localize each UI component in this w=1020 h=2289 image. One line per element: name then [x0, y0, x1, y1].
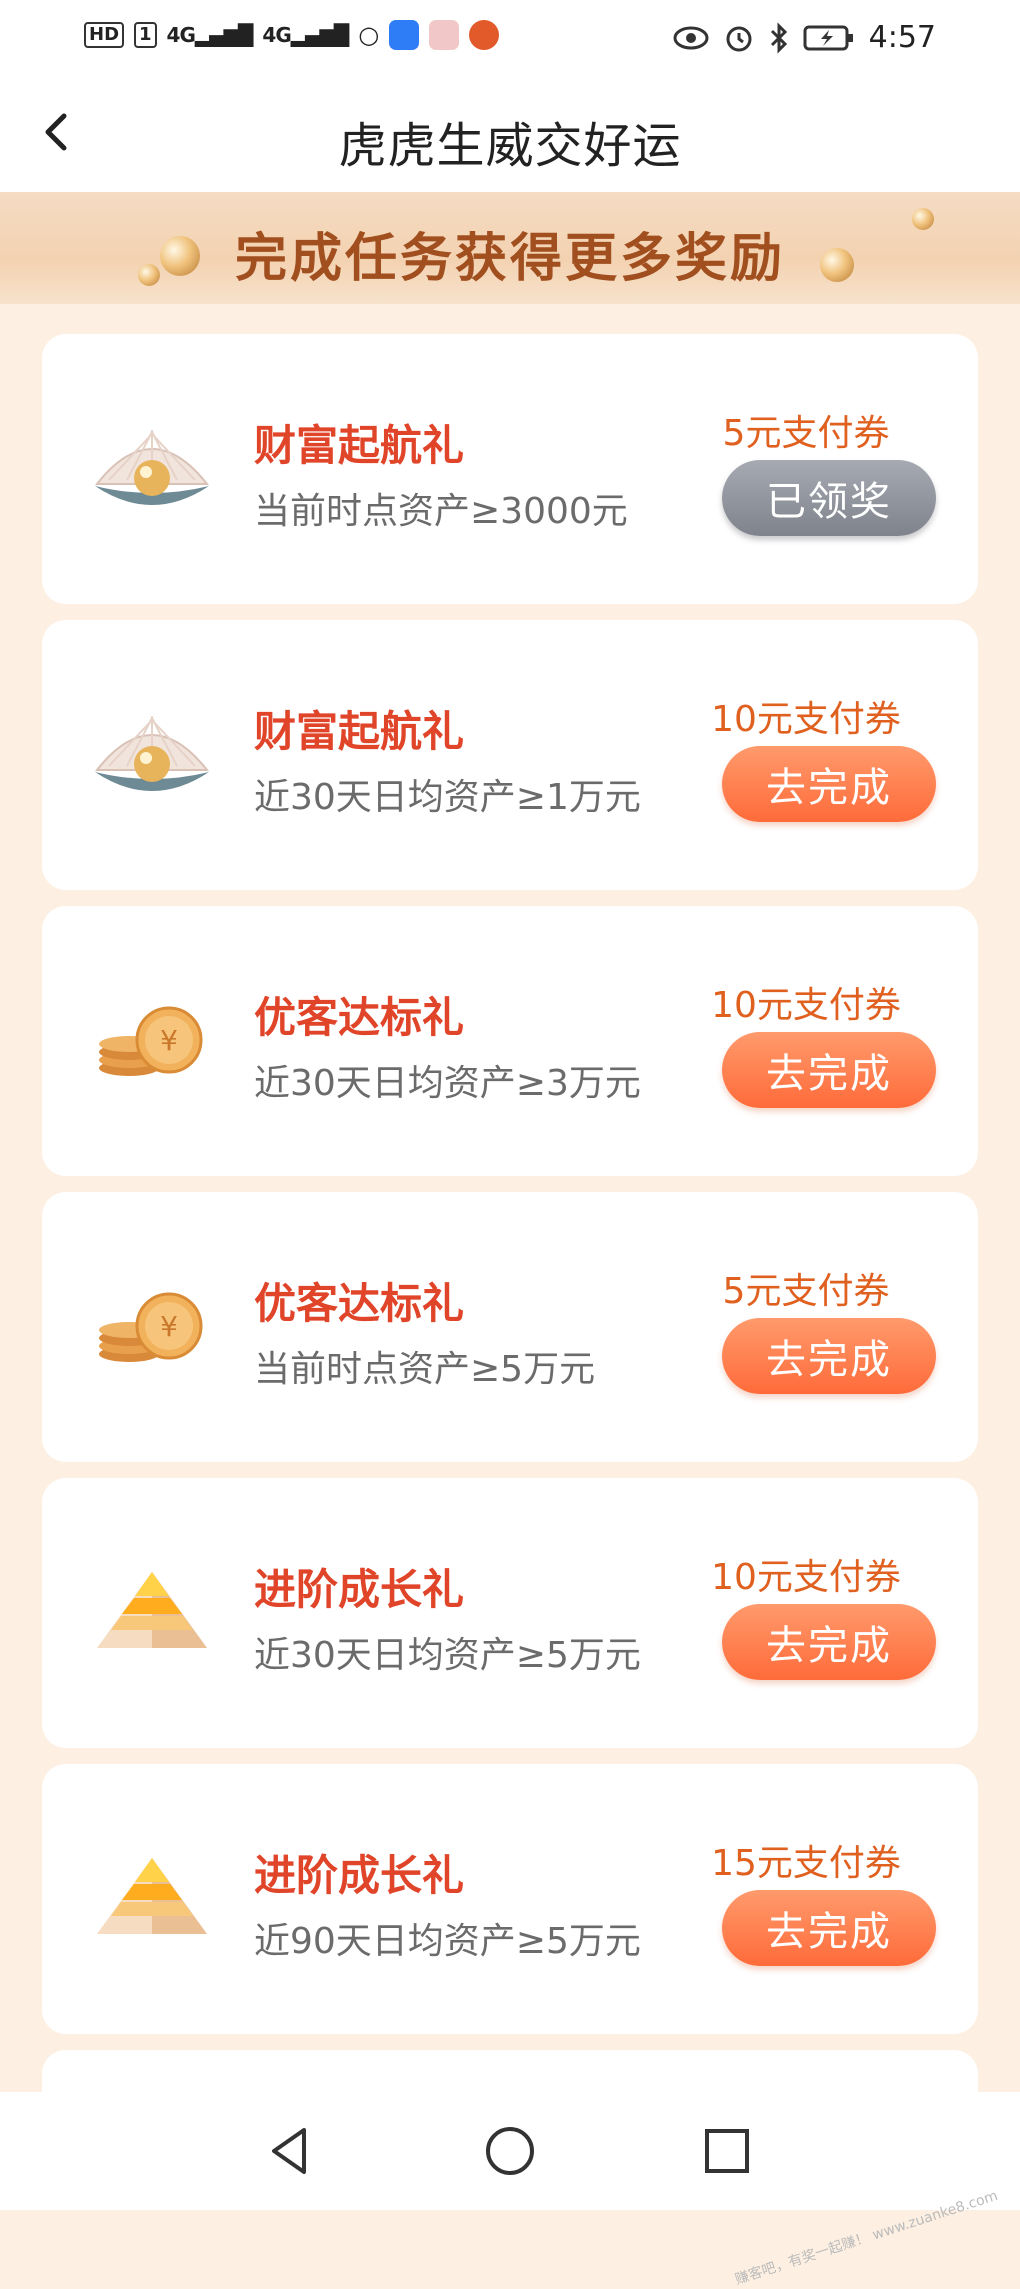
bluetooth-icon: [770, 21, 787, 54]
go-complete-button[interactable]: 去完成: [722, 1604, 936, 1680]
box-notification-icon: [429, 20, 460, 50]
status-bar: HD 1 4G▂▄▆█ 4G▂▄▆█ ○ 4:57: [0, 0, 1020, 80]
page-title: 虎虎生威交好运: [338, 118, 682, 174]
svg-text:¥: ¥: [160, 1024, 178, 1057]
sim-badge: 1: [134, 22, 157, 48]
tiger-notification-icon: [469, 20, 500, 50]
coin-stack-icon: ¥: [99, 1006, 203, 1076]
system-nav-bar: 赚客吧，有奖一起赚！ www.zuanke8.com: [0, 2092, 1020, 2288]
signal-icon-2: 4G▂▄▆█: [262, 23, 349, 47]
alarm-icon: [726, 26, 752, 51]
task-title: 优客达标礼: [254, 993, 465, 1042]
task-description: 当前时点资产≥3000元: [254, 491, 628, 532]
pyramid-icon: [97, 1858, 207, 1934]
go-complete-button[interactable]: 去完成: [722, 1318, 936, 1394]
task-title: 优客达标礼: [254, 1279, 465, 1328]
pyramid-icon: [97, 1572, 207, 1648]
task-reward: 15元支付券: [711, 1843, 901, 1884]
go-complete-button[interactable]: 去完成: [722, 746, 936, 822]
eye-icon: [673, 26, 709, 49]
svg-text:¥: ¥: [160, 1310, 178, 1343]
app-notification-icon: [389, 20, 420, 50]
task-list: 财富起航礼 当前时点资产≥3000元 5元支付券 已领奖 财富起航礼 近30天日…: [42, 334, 978, 2130]
nav-back-icon[interactable]: [260, 2120, 322, 2182]
task-card: 财富起航礼 当前时点资产≥3000元 5元支付券 已领奖: [42, 334, 978, 604]
promo-banner: 完成任务获得更多奖励: [0, 192, 1020, 304]
task-title: 财富起航礼: [254, 707, 465, 756]
task-title: 财富起航礼: [254, 421, 465, 470]
banner-text: 完成任务获得更多奖励: [234, 229, 785, 289]
status-left: HD 1 4G▂▄▆█ 4G▂▄▆█ ○: [84, 20, 500, 50]
task-description: 近30天日均资产≥5万元: [254, 1635, 641, 1676]
app-bar: 虎虎生威交好运: [0, 80, 1020, 192]
battery-charging-icon: [803, 25, 853, 50]
status-time: 4:57: [868, 20, 936, 55]
task-reward: 10元支付券: [711, 699, 901, 740]
pearl-shell-icon: [94, 430, 210, 505]
status-right: 4:57: [673, 20, 936, 55]
task-card: 财富起航礼 近30天日均资产≥1万元 10元支付券 去完成: [42, 620, 978, 890]
task-description: 当前时点资产≥5万元: [254, 1349, 596, 1390]
task-card: ¥ 优客达标礼 当前时点资产≥5万元 5元支付券 去完成: [42, 1192, 978, 1462]
task-title: 进阶成长礼: [254, 1851, 465, 1900]
task-reward: 10元支付券: [711, 1557, 901, 1598]
task-title: 进阶成长礼: [254, 1565, 465, 1614]
circle-icon: ○: [358, 21, 380, 49]
task-reward: 10元支付券: [711, 985, 901, 1026]
pearl-shell-icon: [94, 716, 210, 791]
coin-stack-icon: ¥: [99, 1292, 203, 1362]
go-complete-button[interactable]: 去完成: [722, 1890, 936, 1966]
signal-icon-1: 4G▂▄▆█: [166, 23, 254, 47]
task-description: 近30天日均资产≥3万元: [254, 1063, 641, 1104]
task-reward: 5元支付券: [722, 413, 890, 454]
nav-recents-icon[interactable]: [696, 2120, 758, 2182]
task-card: 进阶成长礼 近90天日均资产≥5万元 15元支付券 去完成: [42, 1764, 978, 2034]
hd-badge: HD: [84, 22, 125, 48]
task-description: 近90天日均资产≥5万元: [254, 1921, 641, 1962]
task-card: 进阶成长礼 近30天日均资产≥5万元 10元支付券 去完成: [42, 1478, 978, 1748]
task-description: 近30天日均资产≥1万元: [254, 777, 641, 818]
task-card: ¥ 优客达标礼 近30天日均资产≥3万元 10元支付券 去完成: [42, 906, 978, 1176]
nav-home-icon[interactable]: [479, 2120, 541, 2182]
claimed-button[interactable]: 已领奖: [722, 460, 936, 536]
go-complete-button[interactable]: 去完成: [722, 1032, 936, 1108]
watermark-text: 赚客吧，有奖一起赚！ www.zuanke8.com: [733, 2187, 1000, 2289]
task-reward: 5元支付券: [722, 1271, 890, 1312]
